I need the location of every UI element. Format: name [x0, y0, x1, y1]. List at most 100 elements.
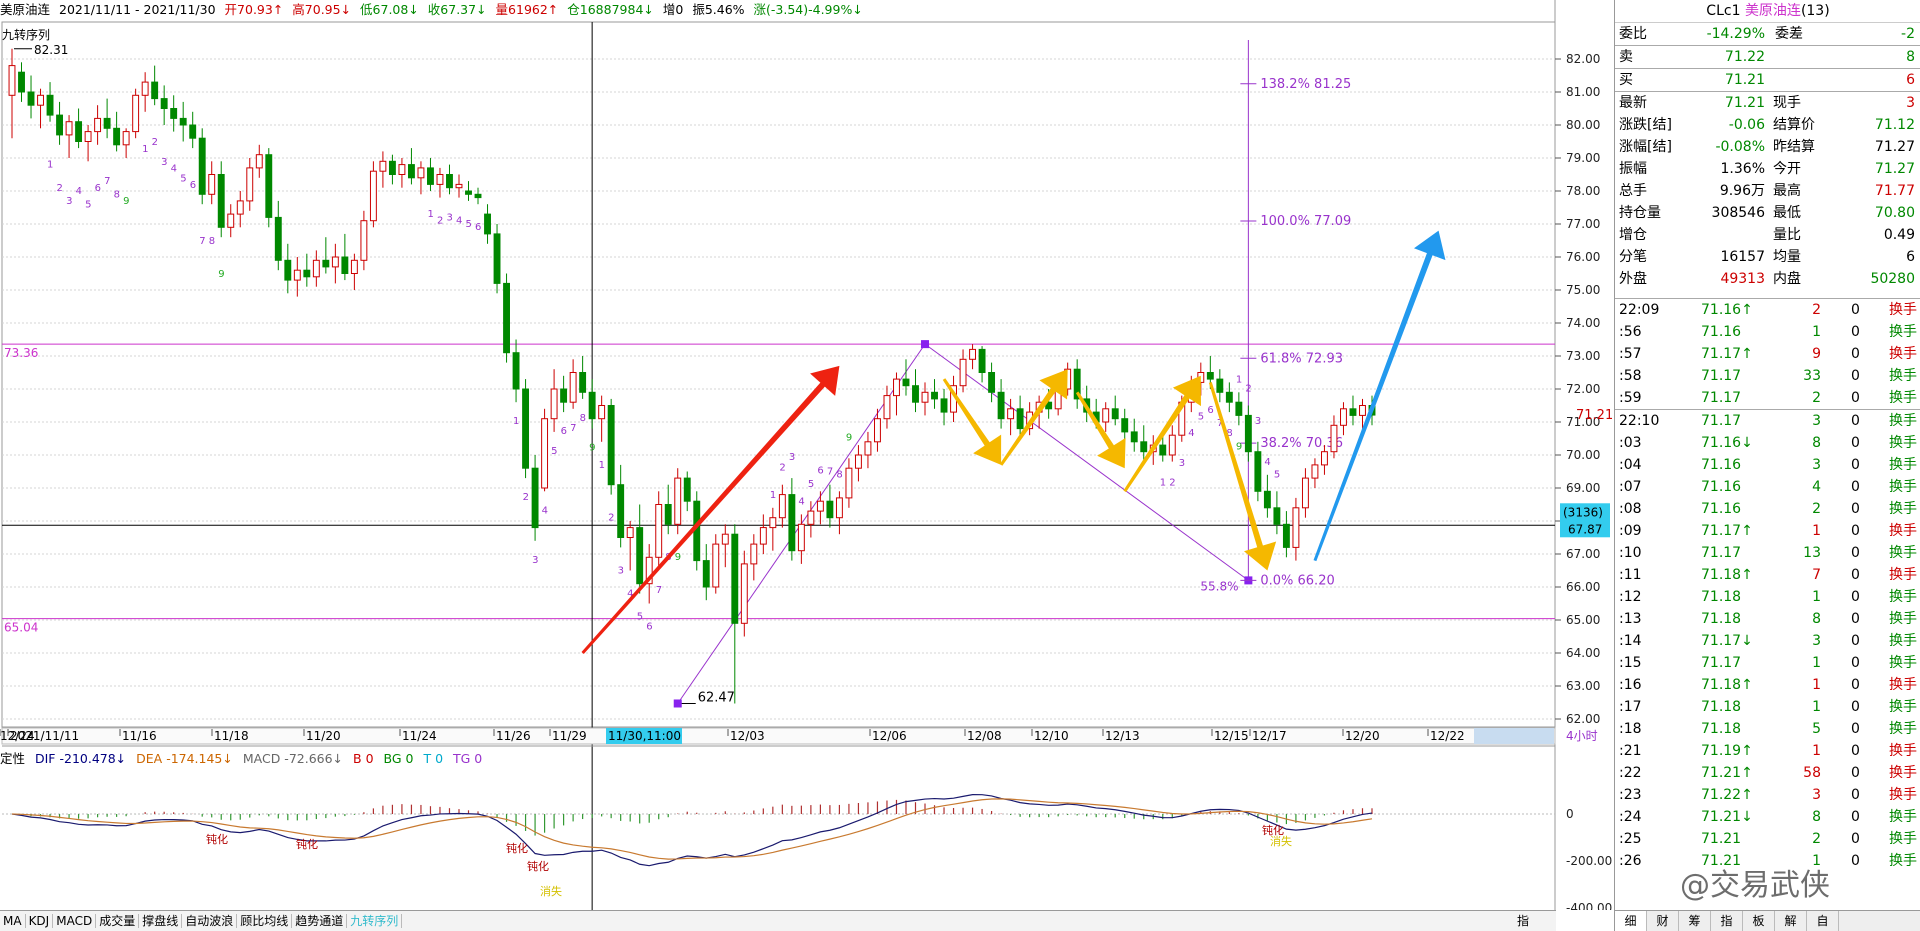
quote-tab[interactable]: 财 — [1647, 911, 1679, 931]
candle-body — [1007, 408, 1015, 420]
td-label: 3 — [618, 565, 624, 576]
quote-row: 总手 9.96万 最高 71.77 — [1615, 180, 1920, 202]
quote-value: 71.12 — [1874, 117, 1915, 133]
td-label: 8 — [209, 236, 215, 247]
quote-tab[interactable]: 自 — [1807, 911, 1839, 931]
quote-count: (13) — [1800, 3, 1830, 19]
tick-time: :14 — [1619, 633, 1642, 649]
tick-time: :58 — [1619, 368, 1642, 384]
buy-row: 买 71.21 6 — [1615, 68, 1920, 91]
tick-price: 71.17 — [1701, 655, 1742, 671]
td-label: 6 — [561, 426, 567, 437]
quote-tab[interactable]: 指 — [1711, 911, 1743, 931]
tick-price: 71.16 — [1701, 501, 1742, 517]
candle-body — [1340, 408, 1347, 426]
tick-volume: 13 — [1803, 545, 1821, 561]
date-range: 2021/11/11 - 2021/11/30 — [59, 2, 216, 17]
candle-body — [1216, 378, 1224, 393]
candle-body — [503, 282, 510, 354]
quote-tab[interactable]: 板 — [1743, 911, 1775, 931]
tick-list[interactable]: 22:09 71.16↑ 2 0 换手:56 71.16 1 0 换手:57 71.17↑ 9 0 换手… — [1615, 298, 1920, 872]
quote-value: 0.49 — [1883, 227, 1915, 243]
td-label: 3 — [446, 212, 452, 223]
candle-body — [674, 477, 682, 525]
indicator-tab[interactable]: 九转序列 — [347, 914, 403, 928]
tick-price: 71.17↑ — [1701, 523, 1753, 539]
y-tick-label: 77.00 — [1566, 217, 1600, 231]
candle-body — [864, 441, 872, 456]
indicator-tab[interactable]: KDJ — [25, 914, 54, 928]
time-tick-label: 12/08 — [967, 729, 1002, 743]
tick-volume: 7 — [1812, 567, 1821, 583]
indicator-tab[interactable]: 成交量 — [96, 914, 140, 928]
tick-oi: 0 — [1851, 611, 1860, 627]
dif-line — [11, 794, 1373, 867]
tick-time: :26 — [1619, 853, 1642, 869]
candle-body — [27, 91, 35, 106]
time-tick-label: 12/22 — [1430, 729, 1465, 743]
time-axis: 2021/11/11 11/16 11/18 11/20 11/24 11/26 11/29… — [0, 727, 1598, 745]
anchor-point — [921, 340, 930, 349]
tick-volume: 1 — [1812, 523, 1821, 539]
td-label: 4 — [1264, 457, 1270, 468]
dea-label: DEA -174.145↓ — [136, 751, 233, 766]
indicator-tab[interactable]: MACD — [53, 914, 97, 928]
candle-body — [1254, 451, 1262, 492]
candle-body — [522, 388, 530, 469]
buy-price: 71.21 — [1724, 72, 1765, 88]
time-tick-label: 12/03 — [730, 729, 765, 743]
y-tick-label: 63.00 — [1566, 679, 1600, 693]
candle-body — [484, 213, 491, 235]
tick-row: :24 71.21↓ 8 0 换手 — [1615, 806, 1920, 828]
quote-tab[interactable]: 筹 — [1679, 911, 1711, 931]
candle-body — [75, 121, 83, 142]
weicha-label: 委差 — [1775, 26, 1803, 42]
td-label: 3 — [789, 452, 795, 463]
tick-time: :25 — [1619, 831, 1642, 847]
tick-row: 22:09 71.16↑ 2 0 换手 — [1615, 299, 1920, 321]
tick-price: 71.17 — [1701, 545, 1742, 561]
indicator-tab[interactable]: 顾比均线 — [237, 914, 293, 928]
indicator-tab[interactable]: 趋势通道 — [292, 914, 348, 928]
td-label: 2 — [1169, 478, 1175, 489]
candle-body — [217, 174, 225, 228]
quote-value: -0.06 — [1728, 117, 1765, 133]
candle-body — [1235, 401, 1243, 416]
index-button[interactable]: 指 — [1514, 911, 1532, 931]
candle-body — [874, 418, 881, 443]
tick-oi: 0 — [1851, 589, 1860, 605]
tick-type: 换手 — [1889, 567, 1917, 583]
quote-tab[interactable]: 细 — [1615, 911, 1647, 931]
indicator-tab[interactable]: 自动波浪 — [182, 914, 238, 928]
td-label: 2 — [1245, 384, 1251, 395]
candle-body — [274, 216, 282, 261]
tick-price: 71.21↑ — [1701, 765, 1753, 781]
candle-body — [46, 94, 54, 116]
tick-time: :13 — [1619, 611, 1642, 627]
candle-body — [902, 378, 910, 387]
indicator-tab[interactable]: 撑盘线 — [139, 914, 183, 928]
h-line-label: 65.04 — [4, 621, 38, 635]
macd-name: 定性 — [0, 751, 26, 766]
tick-type: 换手 — [1889, 699, 1917, 715]
chart-canvas[interactable]: 73.3665.0482.3162.47 138.2% 81.25100.0% … — [0, 0, 1612, 910]
tick-type: 换手 — [1889, 677, 1917, 693]
quote-tab[interactable]: 解 — [1775, 911, 1807, 931]
candle-body — [227, 213, 235, 228]
tick-time: :08 — [1619, 501, 1642, 517]
quote-tabs: 细财筹指板解自 — [1615, 910, 1920, 931]
tick-row: :04 71.16 3 0 换手 — [1615, 454, 1920, 476]
open-value: 开70.93↑ — [224, 2, 284, 17]
indicator-tab[interactable]: MA — [0, 914, 26, 928]
quote-title: CLc1 美原油连(13) — [1615, 0, 1920, 23]
td-label: 6 — [190, 180, 196, 191]
tick-volume: 2 — [1812, 831, 1821, 847]
candle-body — [246, 167, 254, 202]
time-tick-label: 11/30,11:00 — [608, 729, 681, 743]
macd-y-label: -200.00 — [1566, 854, 1612, 868]
y-tick-label: 62.00 — [1566, 712, 1600, 726]
tick-price: 71.17↓ — [1701, 633, 1753, 649]
tick-row: 22:10 71.17 3 0 换手 — [1615, 409, 1920, 432]
tick-type: 换手 — [1889, 545, 1917, 561]
tick-volume: 1 — [1812, 324, 1821, 340]
